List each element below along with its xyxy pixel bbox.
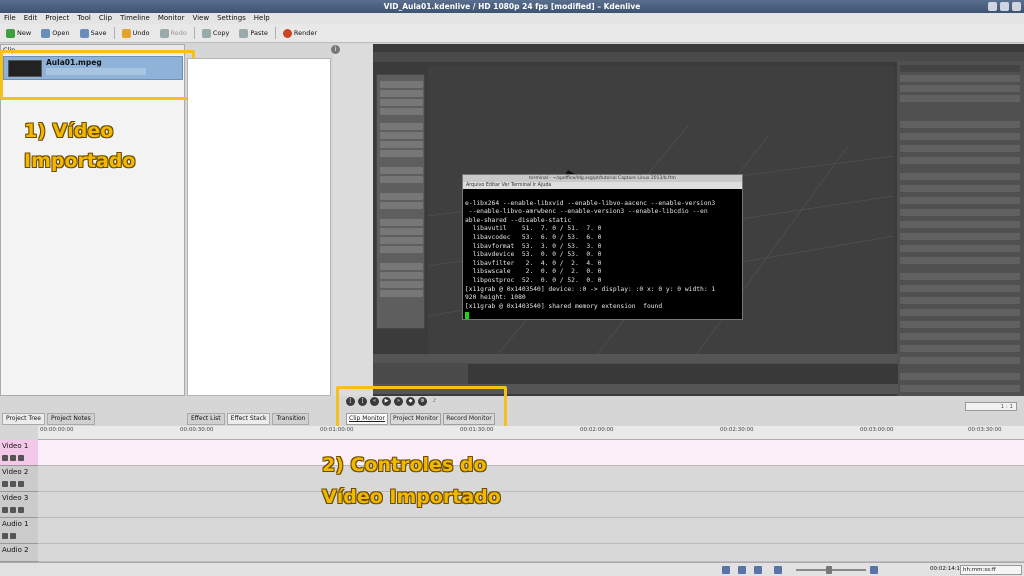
razor-icon[interactable] xyxy=(738,566,746,574)
save-button[interactable]: Save xyxy=(77,28,110,39)
track-lane-video3[interactable] xyxy=(38,492,1024,518)
render-button[interactable]: Render xyxy=(280,28,320,39)
zoom-slider-handle[interactable] xyxy=(826,566,832,574)
track-header-video2[interactable]: Video 2 xyxy=(0,466,38,492)
save-icon xyxy=(79,28,89,38)
menu-help[interactable]: Help xyxy=(254,13,270,24)
video-tool-shelf xyxy=(376,74,425,329)
zoom-out-icon[interactable] xyxy=(774,566,782,574)
menu-settings[interactable]: Settings xyxy=(217,13,246,24)
copy-icon xyxy=(201,28,211,38)
terminal-title: terminal - ~/spoffice/ldg.ssg/pt/tutoria… xyxy=(463,175,742,182)
close-icon[interactable] xyxy=(1012,2,1021,11)
time-format-select[interactable]: hh:mm:ss:ff xyxy=(960,565,1022,575)
render-icon xyxy=(282,28,292,38)
bin-tabs: Project Tree Project Notes xyxy=(0,413,186,425)
audio-icon xyxy=(10,481,16,487)
terminal-menu: Arquivo Editar Ver Terminal Ir Ajuda xyxy=(463,182,742,189)
main-toolbar: New Open Save Undo Redo Copy Paste Rende… xyxy=(0,24,1024,43)
lock-icon xyxy=(2,533,8,539)
track-lane-video2[interactable] xyxy=(38,466,1024,492)
undo-button[interactable]: Undo xyxy=(119,28,153,39)
paste-button[interactable]: Paste xyxy=(236,28,271,39)
track-header-video3[interactable]: Video 3 xyxy=(0,492,38,518)
menu-clip[interactable]: Clip xyxy=(99,13,112,24)
lock-icon xyxy=(2,507,8,513)
status-bar: 00:02:14:11 hh:mm:ss:ff xyxy=(0,562,1024,576)
terminal-output: e-libx264 --enable-libxvid --enable-libv… xyxy=(465,199,716,310)
timeline-position: 00:02:14:11 xyxy=(930,566,964,572)
window-title-bar: VID_Aula01.kdenlive / HD 1080p 24 fps [m… xyxy=(0,0,1024,13)
video-icon xyxy=(18,507,24,513)
annotation-2-line2: Vídeo Importado xyxy=(322,486,501,508)
splitter[interactable] xyxy=(333,44,373,396)
menu-view[interactable]: View xyxy=(192,13,209,24)
window-title: VID_Aula01.kdenlive / HD 1080p 24 fps [m… xyxy=(383,2,641,11)
terminal-window: terminal - ~/spoffice/ldg.ssg/pt/tutoria… xyxy=(462,174,743,320)
monitor-timecode[interactable]: 1 : 1 xyxy=(965,402,1017,411)
copy-button[interactable]: Copy xyxy=(199,28,233,39)
video-icon xyxy=(18,455,24,461)
track-header-audio2[interactable]: Audio 2 xyxy=(0,544,38,562)
annotation-2-line1: 2) Controles do xyxy=(322,454,487,476)
redo-button[interactable]: Redo xyxy=(157,28,190,39)
audio-icon xyxy=(10,507,16,513)
video-icon xyxy=(18,481,24,487)
info-icon[interactable]: i xyxy=(331,45,340,54)
new-file-icon xyxy=(6,28,15,38)
tab-project-tree[interactable]: Project Tree xyxy=(2,413,45,425)
track-header-audio1[interactable]: Audio 1 xyxy=(0,518,38,544)
effect-stack-panel xyxy=(187,58,331,396)
effect-tabs: Effect List Effect Stack Transition xyxy=(187,413,337,425)
folder-open-icon xyxy=(41,28,51,38)
menu-file[interactable]: File xyxy=(4,13,16,24)
audio-icon xyxy=(10,455,16,461)
track-lane-audio1[interactable] xyxy=(38,518,1024,544)
timeline-tracks: Video 1 Video 2 Video 3 Audio 1 Audio 2 xyxy=(0,440,1024,562)
audio-icon xyxy=(10,533,16,539)
annotation-1-line2: Importado xyxy=(24,150,136,172)
track-header-video1[interactable]: Video 1 xyxy=(0,440,38,466)
terminal-cursor xyxy=(465,312,469,319)
video-properties-panel xyxy=(897,61,1024,396)
menu-edit[interactable]: Edit xyxy=(24,13,38,24)
menu-timeline[interactable]: Timeline xyxy=(120,13,150,24)
undo-icon xyxy=(121,28,131,38)
track-lane-audio2[interactable] xyxy=(38,544,1024,562)
highlight-clip xyxy=(0,50,195,100)
maximize-icon[interactable] xyxy=(1000,2,1009,11)
minimize-icon[interactable] xyxy=(988,2,997,11)
menu-tool[interactable]: Tool xyxy=(77,13,91,24)
snap-icon[interactable] xyxy=(722,566,730,574)
track-lane-video1[interactable] xyxy=(38,440,1024,466)
new-button[interactable]: New xyxy=(3,28,34,39)
paste-icon xyxy=(239,28,249,38)
timeline-ruler[interactable]: 00:00:00:00 00:00:30:00 00:01:00:00 00:0… xyxy=(38,426,1024,440)
annotation-1-line1: 1) Vídeo xyxy=(24,120,114,142)
menu-bar: File Edit Project Tool Clip Timeline Mon… xyxy=(0,13,1024,24)
spacer-icon[interactable] xyxy=(754,566,762,574)
open-button[interactable]: Open xyxy=(38,28,72,39)
tab-project-notes[interactable]: Project Notes xyxy=(46,413,95,425)
tab-transition[interactable]: Transition xyxy=(272,413,310,425)
zoom-in-icon[interactable] xyxy=(870,566,878,574)
menu-project[interactable]: Project xyxy=(45,13,69,24)
lock-icon xyxy=(2,455,8,461)
tab-effect-stack[interactable]: Effect Stack xyxy=(226,413,271,425)
lock-icon xyxy=(2,481,8,487)
tab-effect-list[interactable]: Effect List xyxy=(187,413,225,425)
menu-monitor[interactable]: Monitor xyxy=(158,13,185,24)
redo-icon xyxy=(159,28,169,38)
